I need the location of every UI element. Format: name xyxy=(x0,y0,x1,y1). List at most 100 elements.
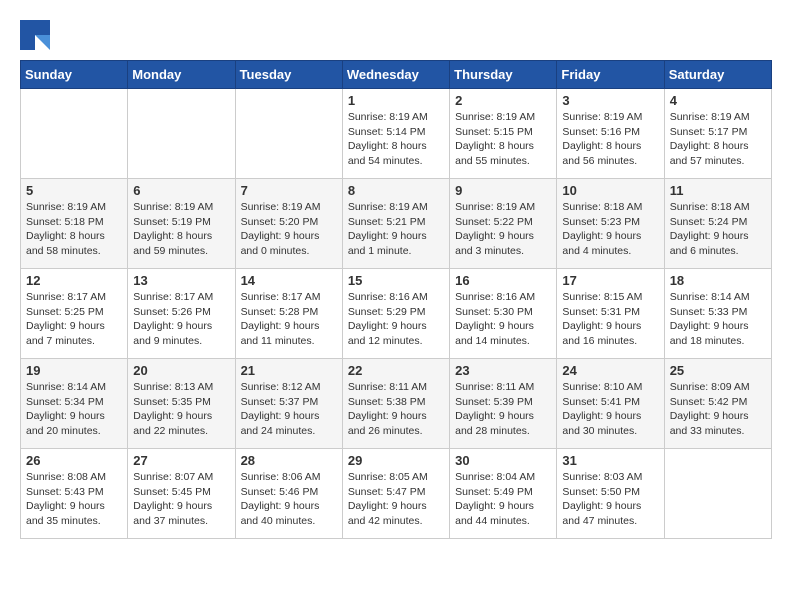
day-info: Sunrise: 8:12 AM Sunset: 5:37 PM Dayligh… xyxy=(241,380,337,439)
day-info: Sunrise: 8:07 AM Sunset: 5:45 PM Dayligh… xyxy=(133,470,229,529)
day-number: 8 xyxy=(348,183,444,198)
calendar-cell: 10Sunrise: 8:18 AM Sunset: 5:23 PM Dayli… xyxy=(557,179,664,269)
calendar-cell: 4 Sunrise: 8:19 AM Sunset: 5:17 PM Daylig… xyxy=(664,89,771,179)
calendar-cell xyxy=(21,89,128,179)
logo-icon xyxy=(20,20,50,50)
day-number: 1 xyxy=(348,93,444,108)
calendar-cell: 6 Sunrise: 8:19 AM Sunset: 5:19 PM Daylig… xyxy=(128,179,235,269)
day-number: 5 xyxy=(26,183,122,198)
day-number: 14 xyxy=(241,273,337,288)
calendar-cell xyxy=(235,89,342,179)
calendar-table: SundayMondayTuesdayWednesdayThursdayFrid… xyxy=(20,60,772,539)
day-number: 16 xyxy=(455,273,551,288)
day-number: 15 xyxy=(348,273,444,288)
calendar-cell: 20Sunrise: 8:13 AM Sunset: 5:35 PM Dayli… xyxy=(128,359,235,449)
day-info: Sunrise: 8:19 AM Sunset: 5:21 PM Dayligh… xyxy=(348,200,444,259)
day-number: 20 xyxy=(133,363,229,378)
calendar-header-monday: Monday xyxy=(128,61,235,89)
day-info: Sunrise: 8:08 AM Sunset: 5:43 PM Dayligh… xyxy=(26,470,122,529)
calendar-header-saturday: Saturday xyxy=(664,61,771,89)
calendar-cell: 23 Sunrise: 8:11 AM Sunset: 5:39 PM Dayli… xyxy=(450,359,557,449)
day-number: 31 xyxy=(562,453,658,468)
calendar-cell: 9Sunrise: 8:19 AM Sunset: 5:22 PM Daylig… xyxy=(450,179,557,269)
calendar-cell: 17 Sunrise: 8:15 AM Sunset: 5:31 PM Dayli… xyxy=(557,269,664,359)
calendar-cell: 26Sunrise: 8:08 AM Sunset: 5:43 PM Dayli… xyxy=(21,449,128,539)
day-info: Sunrise: 8:19 AM Sunset: 5:15 PM Dayligh… xyxy=(455,110,551,169)
calendar-header-friday: Friday xyxy=(557,61,664,89)
day-number: 23 xyxy=(455,363,551,378)
calendar-cell: 31 Sunrise: 8:03 AM Sunset: 5:50 PM Dayli… xyxy=(557,449,664,539)
day-info: Sunrise: 8:19 AM Sunset: 5:16 PM Dayligh… xyxy=(562,110,658,169)
calendar-cell: 18 Sunrise: 8:14 AM Sunset: 5:33 PM Dayli… xyxy=(664,269,771,359)
calendar-week-row: 1 Sunrise: 8:19 AM Sunset: 5:14 PM Daylig… xyxy=(21,89,772,179)
day-info: Sunrise: 8:14 AM Sunset: 5:34 PM Dayligh… xyxy=(26,380,122,439)
day-number: 18 xyxy=(670,273,766,288)
calendar-cell xyxy=(664,449,771,539)
day-info: Sunrise: 8:19 AM Sunset: 5:14 PM Dayligh… xyxy=(348,110,444,169)
calendar-week-row: 12Sunrise: 8:17 AM Sunset: 5:25 PM Dayli… xyxy=(21,269,772,359)
calendar-header-sunday: Sunday xyxy=(21,61,128,89)
day-number: 6 xyxy=(133,183,229,198)
day-info: Sunrise: 8:11 AM Sunset: 5:38 PM Dayligh… xyxy=(348,380,444,439)
calendar-week-row: 5 Sunrise: 8:19 AM Sunset: 5:18 PM Daylig… xyxy=(21,179,772,269)
day-info: Sunrise: 8:19 AM Sunset: 5:17 PM Dayligh… xyxy=(670,110,766,169)
calendar-cell: 7Sunrise: 8:19 AM Sunset: 5:20 PM Daylig… xyxy=(235,179,342,269)
day-number: 25 xyxy=(670,363,766,378)
day-number: 28 xyxy=(241,453,337,468)
day-number: 13 xyxy=(133,273,229,288)
logo xyxy=(20,20,52,50)
calendar-header-thursday: Thursday xyxy=(450,61,557,89)
day-number: 9 xyxy=(455,183,551,198)
day-number: 2 xyxy=(455,93,551,108)
day-number: 27 xyxy=(133,453,229,468)
day-info: Sunrise: 8:11 AM Sunset: 5:39 PM Dayligh… xyxy=(455,380,551,439)
day-info: Sunrise: 8:19 AM Sunset: 5:19 PM Dayligh… xyxy=(133,200,229,259)
day-info: Sunrise: 8:19 AM Sunset: 5:20 PM Dayligh… xyxy=(241,200,337,259)
calendar-cell: 15 Sunrise: 8:16 AM Sunset: 5:29 PM Dayli… xyxy=(342,269,449,359)
day-info: Sunrise: 8:14 AM Sunset: 5:33 PM Dayligh… xyxy=(670,290,766,349)
calendar-cell: 21 Sunrise: 8:12 AM Sunset: 5:37 PM Dayli… xyxy=(235,359,342,449)
day-number: 4 xyxy=(670,93,766,108)
day-info: Sunrise: 8:05 AM Sunset: 5:47 PM Dayligh… xyxy=(348,470,444,529)
page-header xyxy=(20,20,772,50)
day-number: 22 xyxy=(348,363,444,378)
day-info: Sunrise: 8:03 AM Sunset: 5:50 PM Dayligh… xyxy=(562,470,658,529)
day-info: Sunrise: 8:16 AM Sunset: 5:29 PM Dayligh… xyxy=(348,290,444,349)
day-number: 21 xyxy=(241,363,337,378)
day-info: Sunrise: 8:09 AM Sunset: 5:42 PM Dayligh… xyxy=(670,380,766,439)
calendar-cell: 11Sunrise: 8:18 AM Sunset: 5:24 PM Dayli… xyxy=(664,179,771,269)
calendar-cell: 30 Sunrise: 8:04 AM Sunset: 5:49 PM Dayli… xyxy=(450,449,557,539)
day-info: Sunrise: 8:15 AM Sunset: 5:31 PM Dayligh… xyxy=(562,290,658,349)
day-number: 29 xyxy=(348,453,444,468)
day-info: Sunrise: 8:10 AM Sunset: 5:41 PM Dayligh… xyxy=(562,380,658,439)
day-info: Sunrise: 8:06 AM Sunset: 5:46 PM Dayligh… xyxy=(241,470,337,529)
calendar-header-tuesday: Tuesday xyxy=(235,61,342,89)
calendar-cell: 1 Sunrise: 8:19 AM Sunset: 5:14 PM Daylig… xyxy=(342,89,449,179)
calendar-cell: 5 Sunrise: 8:19 AM Sunset: 5:18 PM Daylig… xyxy=(21,179,128,269)
day-number: 12 xyxy=(26,273,122,288)
day-number: 17 xyxy=(562,273,658,288)
calendar-week-row: 19 Sunrise: 8:14 AM Sunset: 5:34 PM Dayli… xyxy=(21,359,772,449)
day-info: Sunrise: 8:19 AM Sunset: 5:18 PM Dayligh… xyxy=(26,200,122,259)
calendar-cell: 12Sunrise: 8:17 AM Sunset: 5:25 PM Dayli… xyxy=(21,269,128,359)
day-number: 30 xyxy=(455,453,551,468)
calendar-header-row: SundayMondayTuesdayWednesdayThursdayFrid… xyxy=(21,61,772,89)
day-number: 19 xyxy=(26,363,122,378)
calendar-cell: 3 Sunrise: 8:19 AM Sunset: 5:16 PM Daylig… xyxy=(557,89,664,179)
day-info: Sunrise: 8:17 AM Sunset: 5:28 PM Dayligh… xyxy=(241,290,337,349)
calendar-cell: 22 Sunrise: 8:11 AM Sunset: 5:38 PM Dayli… xyxy=(342,359,449,449)
day-number: 3 xyxy=(562,93,658,108)
calendar-cell: 19 Sunrise: 8:14 AM Sunset: 5:34 PM Dayli… xyxy=(21,359,128,449)
day-info: Sunrise: 8:04 AM Sunset: 5:49 PM Dayligh… xyxy=(455,470,551,529)
calendar-week-row: 26Sunrise: 8:08 AM Sunset: 5:43 PM Dayli… xyxy=(21,449,772,539)
calendar-cell: 8 Sunrise: 8:19 AM Sunset: 5:21 PM Daylig… xyxy=(342,179,449,269)
calendar-cell xyxy=(128,89,235,179)
calendar-cell: 27 Sunrise: 8:07 AM Sunset: 5:45 PM Dayli… xyxy=(128,449,235,539)
calendar-cell: 28 Sunrise: 8:06 AM Sunset: 5:46 PM Dayli… xyxy=(235,449,342,539)
calendar-cell: 16Sunrise: 8:16 AM Sunset: 5:30 PM Dayli… xyxy=(450,269,557,359)
day-info: Sunrise: 8:18 AM Sunset: 5:24 PM Dayligh… xyxy=(670,200,766,259)
calendar-cell: 13 Sunrise: 8:17 AM Sunset: 5:26 PM Dayli… xyxy=(128,269,235,359)
calendar-cell: 24 Sunrise: 8:10 AM Sunset: 5:41 PM Dayli… xyxy=(557,359,664,449)
day-info: Sunrise: 8:17 AM Sunset: 5:26 PM Dayligh… xyxy=(133,290,229,349)
day-number: 24 xyxy=(562,363,658,378)
